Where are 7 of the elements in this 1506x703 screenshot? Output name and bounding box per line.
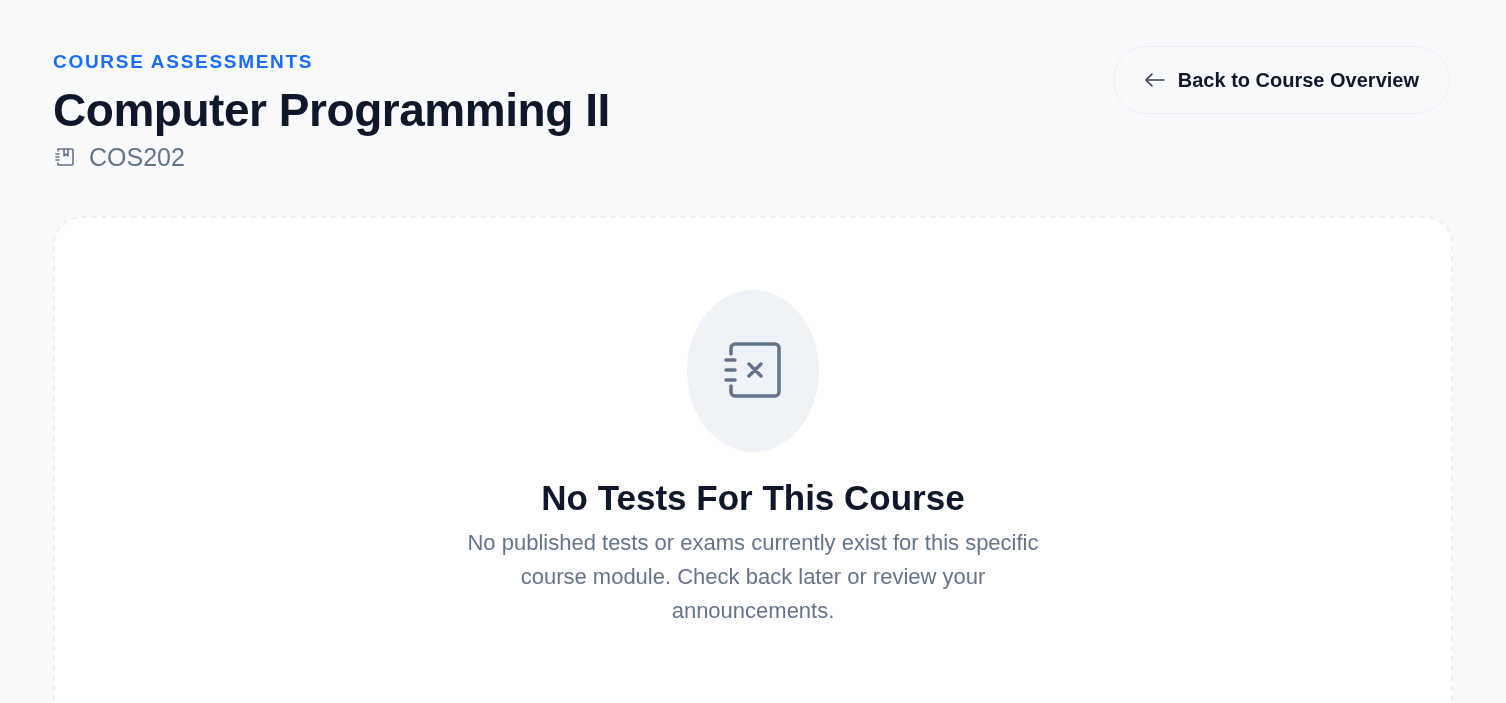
course-title: Computer Programming II — [53, 83, 610, 138]
empty-state-title: No Tests For This Course — [541, 477, 965, 519]
course-code: COS202 — [89, 142, 185, 173]
notebook-icon — [53, 145, 77, 169]
arrow-left-icon — [1143, 72, 1166, 88]
section-eyebrow: COURSE ASSESSMENTS — [53, 50, 315, 74]
empty-state-message: No published tests or exams currently exist for this specific course module. Check back later or review your announcements. — [466, 529, 1040, 625]
